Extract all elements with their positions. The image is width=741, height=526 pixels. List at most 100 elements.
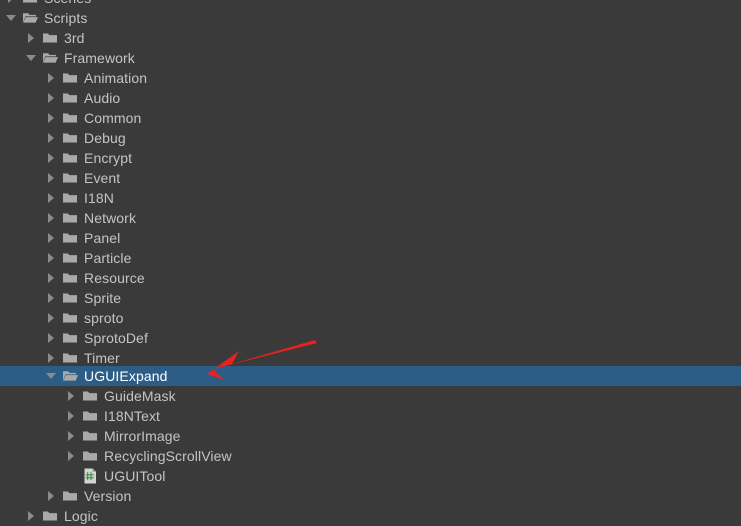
chevron-right-icon[interactable] [46,68,57,88]
tree-row[interactable]: GuideMask [0,386,741,406]
tree-row[interactable]: Panel [0,228,741,248]
folder-closed-icon [82,408,98,424]
tree-row[interactable]: Event [0,168,741,188]
folder-open-icon [42,50,58,66]
folder-closed-icon [62,350,78,366]
tree-row[interactable]: Scripts [0,8,741,28]
chevron-right-icon[interactable] [46,148,57,168]
chevron-right-icon[interactable] [46,348,57,368]
tree-row-label: Framework [64,50,135,66]
tree-row[interactable]: UGUITool [0,466,741,486]
tree-row-label: sproto [84,310,124,326]
tree-row[interactable]: I18N [0,188,741,208]
folder-closed-icon [62,230,78,246]
folder-closed-icon [42,30,58,46]
tree-row-label: RecyclingScrollView [104,448,232,464]
tree-row-label: I18NText [104,408,161,424]
folder-closed-icon [82,388,98,404]
chevron-right-icon[interactable] [66,426,77,446]
project-tree-panel[interactable]: Scenes Scripts 3rd Framework Animation Audio C… [0,0,741,524]
tree-row[interactable]: Logic [0,506,741,526]
folder-closed-icon [62,270,78,286]
folder-closed-icon [42,508,58,524]
tree-row-label: 3rd [64,30,85,46]
tree-row[interactable]: Network [0,208,741,228]
folder-closed-icon [62,190,78,206]
folder-closed-icon [62,310,78,326]
chevron-right-icon[interactable] [6,0,17,8]
tree-row[interactable]: Particle [0,248,741,268]
chevron-right-icon[interactable] [66,406,77,426]
tree-row[interactable]: Scenes [0,0,741,8]
chevron-right-icon[interactable] [46,128,57,148]
tree-row[interactable]: MirrorImage [0,426,741,446]
tree-row-label: Scripts [44,10,88,26]
tree-row[interactable]: Sprite [0,288,741,308]
tree-row-label: MirrorImage [104,428,181,444]
chevron-right-icon[interactable] [46,288,57,308]
chevron-down-icon[interactable] [46,366,57,386]
tree-row-label: Logic [64,508,98,524]
tree-row[interactable]: SprotoDef [0,328,741,348]
folder-closed-icon [62,170,78,186]
tree-row-label: SprotoDef [84,330,148,346]
folder-closed-icon [62,130,78,146]
folder-open-icon [22,10,38,26]
folder-closed-icon [82,428,98,444]
tree-row-label: Version [84,488,132,504]
folder-closed-icon [62,330,78,346]
folder-closed-icon [62,90,78,106]
tree-row-label: Debug [84,130,126,146]
chevron-right-icon[interactable] [26,28,37,48]
tree-row-label: Panel [84,230,121,246]
folder-closed-icon [62,290,78,306]
chevron-right-icon[interactable] [46,208,57,228]
chevron-down-icon[interactable] [6,8,17,28]
tree-row-label: I18N [84,190,114,206]
chevron-down-icon[interactable] [26,48,37,68]
tree-row[interactable]: RecyclingScrollView [0,446,741,466]
tree-row[interactable]: 3rd [0,28,741,48]
tree-row[interactable]: UGUIExpand [0,366,741,386]
tree-row[interactable]: Resource [0,268,741,288]
tree-row[interactable]: Common [0,108,741,128]
chevron-right-icon[interactable] [46,328,57,348]
folder-closed-icon [62,70,78,86]
chevron-right-icon[interactable] [46,486,57,506]
folder-closed-icon [62,250,78,266]
tree-row[interactable]: Animation [0,68,741,88]
chevron-right-icon[interactable] [46,168,57,188]
tree-row[interactable]: Timer [0,348,741,368]
tree-row-label: Resource [84,270,145,286]
csharp-script-icon [82,468,98,484]
tree-row[interactable]: Debug [0,128,741,148]
chevron-right-icon[interactable] [46,88,57,108]
tree-row-label: UGUITool [104,468,166,484]
tree-row[interactable]: Audio [0,88,741,108]
tree-row-label: GuideMask [104,388,176,404]
chevron-right-icon[interactable] [66,446,77,466]
chevron-right-icon[interactable] [46,188,57,208]
folder-closed-icon [62,110,78,126]
tree-row[interactable]: Version [0,486,741,506]
chevron-right-icon[interactable] [46,108,57,128]
folder-closed-icon [82,448,98,464]
chevron-right-icon[interactable] [66,386,77,406]
chevron-right-icon[interactable] [46,308,57,328]
tree-row[interactable]: Encrypt [0,148,741,168]
chevron-right-icon[interactable] [46,228,57,248]
chevron-right-icon[interactable] [46,268,57,288]
folder-open-icon [62,368,78,384]
tree-row[interactable]: sproto [0,308,741,328]
chevron-right-icon[interactable] [26,506,37,526]
tree-row-label: Encrypt [84,150,133,166]
tree-row-label: Audio [84,90,121,106]
tree-row[interactable]: Framework [0,48,741,68]
folder-closed-icon [62,150,78,166]
tree-row[interactable]: I18NText [0,406,741,426]
folder-closed-icon [62,210,78,226]
tree-row-label: Common [84,110,142,126]
chevron-right-icon[interactable] [46,248,57,268]
tree-row-label: Animation [84,70,148,86]
